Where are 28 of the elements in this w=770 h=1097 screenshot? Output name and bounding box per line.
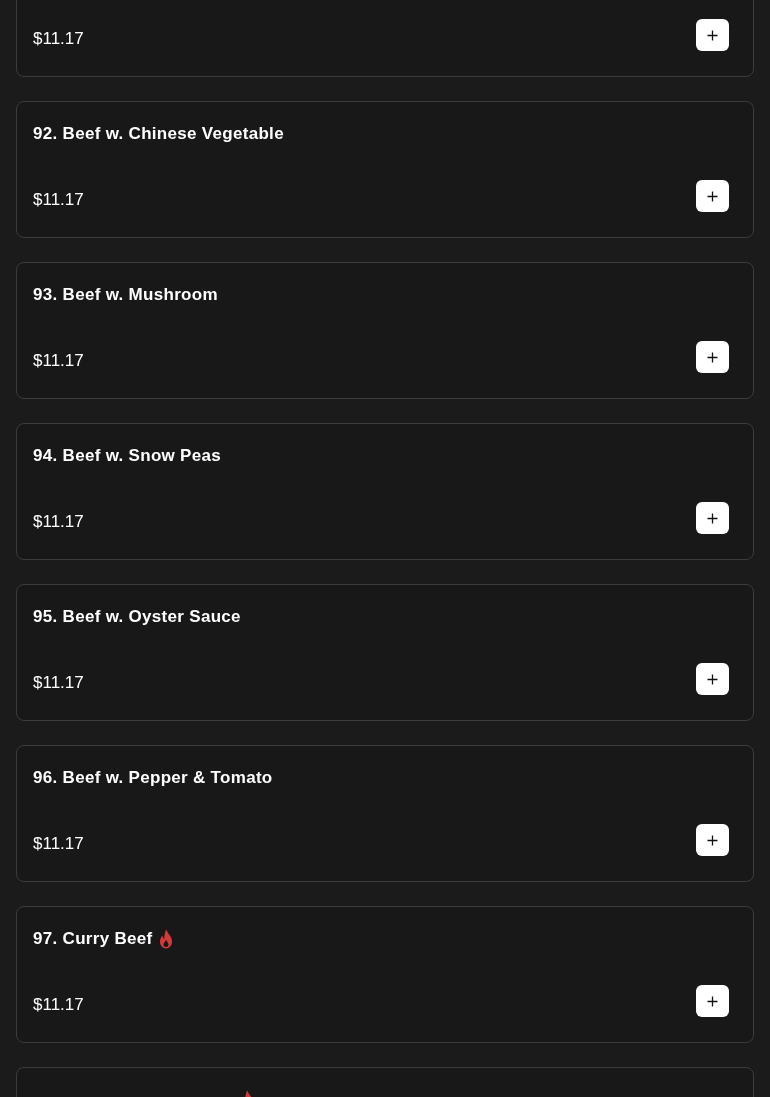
add-button[interactable] [696,341,729,373]
add-button[interactable] [696,502,729,534]
plus-icon [707,834,718,846]
dish-price: $11.17 [33,512,84,532]
add-button[interactable] [696,824,729,856]
dish-price: $11.17 [33,995,84,1015]
dish-name: 95. Beef w. Oyster Sauce [33,607,241,627]
dish-price: $11.17 [33,834,84,854]
add-button[interactable] [696,663,729,695]
flame-icon [158,929,175,949]
dish-name: 97. Curry Beef [33,929,153,949]
dish-price: $11.17 [33,351,84,371]
plus-icon [707,512,718,524]
dish-name: 93. Beef w. Mushroom [33,285,218,305]
dish-price: $11.17 [33,29,84,49]
plus-icon [707,351,718,363]
plus-icon [707,995,718,1007]
plus-icon [707,29,718,41]
dish-name: 96. Beef w. Pepper & Tomato [33,768,273,788]
add-button[interactable] [696,985,729,1017]
dish-name: 94. Beef w. Snow Peas [33,446,222,466]
plus-icon [707,190,718,202]
dish-price: $11.17 [33,190,84,210]
add-button[interactable] [696,19,729,51]
dish-name: 92. Beef w. Chinese Vegetable [33,124,284,144]
add-button[interactable] [696,180,729,212]
plus-icon [707,673,718,685]
dish-price: $11.17 [33,673,84,693]
